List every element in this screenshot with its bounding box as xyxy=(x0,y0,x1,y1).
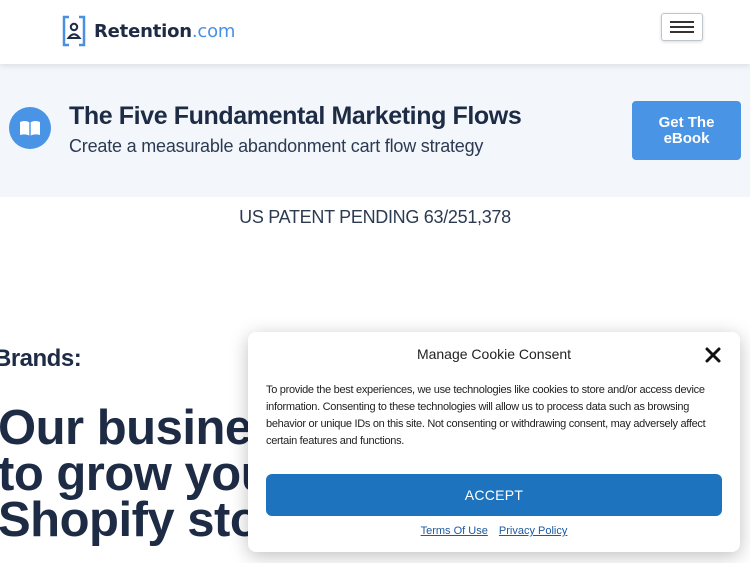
banner-subtitle: Create a measurable abandonment cart flo… xyxy=(69,136,484,156)
patent-notice: US PATENT PENDING 63/251,378 xyxy=(239,207,511,227)
cookie-links: Terms Of Use Privacy Policy xyxy=(248,525,740,537)
retention-logo-icon xyxy=(60,14,88,48)
cookie-dialog-body: To provide the best experiences, we use … xyxy=(266,384,706,447)
hamburger-menu-button[interactable] xyxy=(661,13,703,41)
logo-text-light: .com xyxy=(191,20,236,42)
cookie-consent-dialog: Manage Cookie Consent To provide the bes… xyxy=(248,332,740,552)
privacy-policy-link[interactable]: Privacy Policy xyxy=(499,525,567,537)
get-ebook-label-line2: eBook xyxy=(663,129,710,147)
close-icon[interactable] xyxy=(703,345,723,365)
logo-text-strong: Retention xyxy=(94,20,192,42)
brands-label: Brands: xyxy=(0,345,82,372)
terms-of-use-link[interactable]: Terms Of Use xyxy=(421,525,488,537)
get-ebook-button[interactable]: Get The eBook xyxy=(632,101,741,160)
banner-title: The Five Fundamental Marketing Flows xyxy=(69,102,522,130)
accept-button[interactable]: ACCEPT xyxy=(266,474,722,516)
get-ebook-label-line1: Get The xyxy=(658,113,715,131)
logo-text: Retention.com xyxy=(94,21,235,42)
open-book-icon xyxy=(9,107,51,149)
retention-logo[interactable]: Retention.com xyxy=(60,14,235,48)
site-header: Retention.com xyxy=(0,0,750,64)
hamburger-menu-icon xyxy=(670,21,694,23)
cookie-dialog-title: Manage Cookie Consent xyxy=(416,346,572,362)
